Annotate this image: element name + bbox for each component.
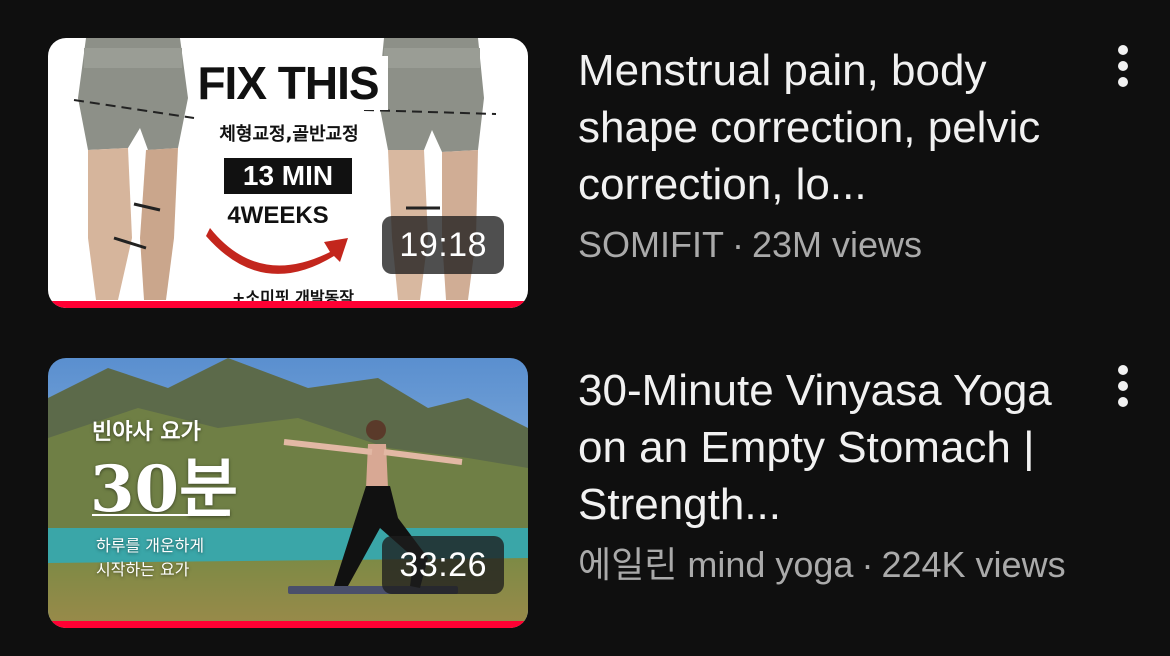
watch-progress-bar <box>48 301 528 308</box>
thumbnail-caption: FIX THIS <box>188 56 388 110</box>
caption-line: 하루를 개운하게 <box>96 536 205 555</box>
more-vert-icon <box>1118 365 1128 407</box>
more-options-button[interactable] <box>1103 360 1143 416</box>
divider <box>92 514 226 516</box>
duration-badge: 33:26 <box>382 536 504 594</box>
thumbnail-caption: 체형교정,골반교정 <box>219 124 359 145</box>
video-card[interactable]: FIX THIS 체형교정,골반교정 13 MIN 4WEEKS +소미핏 개발… <box>0 0 1170 308</box>
video-thumbnail[interactable]: 빈야사 요가 30분 하루를 개운하게 시작하는 요가 33:26 <box>48 358 528 628</box>
watch-progress-bar <box>48 621 528 628</box>
separator-dot: · <box>861 544 874 585</box>
thumbnail-caption: 하루를 개운하게시작하는 요가 <box>96 534 204 582</box>
video-thumbnail[interactable]: FIX THIS 체형교정,골반교정 13 MIN 4WEEKS +소미핏 개발… <box>48 38 528 308</box>
video-subtitle: SOMIFIT · 23M views <box>578 225 1078 265</box>
video-title[interactable]: 30-Minute Vinyasa Yoga on an Empty Stoma… <box>578 362 1078 533</box>
thumbnail-caption: 30분 <box>90 452 238 527</box>
separator-dot: · <box>732 224 744 265</box>
video-meta: 30-Minute Vinyasa Yoga on an Empty Stoma… <box>578 362 1078 585</box>
thumbnail-caption: 4WEEKS <box>227 202 329 229</box>
video-meta: Menstrual pain, body shape correction, p… <box>578 42 1078 265</box>
channel-name[interactable]: SOMIFIT <box>578 224 724 265</box>
view-count: 23M views <box>752 224 923 265</box>
more-vert-icon <box>1118 45 1128 87</box>
video-subtitle: 에일린 mind yoga · 224K views <box>578 545 1078 585</box>
video-feed: FIX THIS 체형교정,골반교정 13 MIN 4WEEKS +소미핏 개발… <box>0 0 1170 656</box>
video-card[interactable]: 빈야사 요가 30분 하루를 개운하게 시작하는 요가 33:26 30-Minu… <box>0 320 1170 628</box>
more-options-button[interactable] <box>1103 40 1143 96</box>
channel-name[interactable]: 에일린 mind yoga <box>578 544 853 585</box>
duration-badge: 19:18 <box>382 216 504 274</box>
caption-line: 시작하는 요가 <box>96 560 190 579</box>
video-title[interactable]: Menstrual pain, body shape correction, p… <box>578 42 1078 213</box>
thumbnail-caption: 13 MIN <box>224 158 352 194</box>
view-count: 224K views <box>881 544 1066 585</box>
